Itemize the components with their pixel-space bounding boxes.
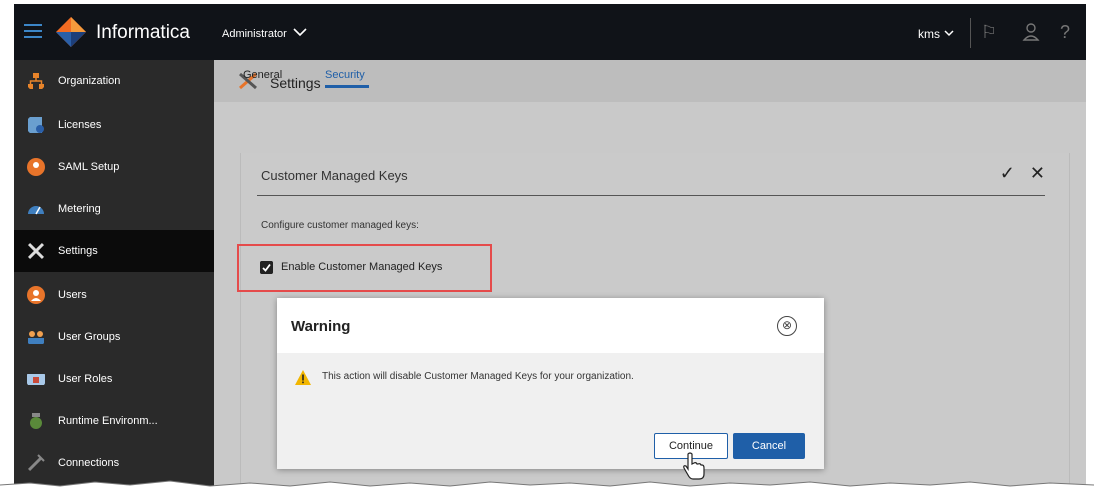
sidebar-item-label: Licenses	[58, 119, 102, 131]
org-chart-icon	[28, 73, 44, 89]
close-icon[interactable]: ✕	[1030, 163, 1045, 183]
hamburger-menu-icon[interactable]	[24, 24, 42, 38]
wrench-screwdriver-icon	[27, 242, 45, 260]
saml-icon	[27, 158, 45, 176]
sidebar-item-licenses[interactable]: Licenses	[14, 104, 214, 146]
cancel-button[interactable]: Cancel	[733, 433, 805, 459]
informatica-logo-icon	[56, 17, 86, 47]
sidebar-item-label: Users	[58, 289, 87, 301]
user-group-icon	[28, 331, 44, 344]
sidebar-item-label: SAML Setup	[58, 161, 120, 173]
panel-title: Customer Managed Keys	[261, 168, 408, 183]
dialog-title: Warning	[291, 318, 351, 335]
application-window: Informatica Administrator kms ⚐ ? Organi…	[0, 0, 1094, 491]
torn-edge	[0, 480, 1094, 491]
panel-actions: ✓ ✕	[1000, 163, 1045, 184]
sidebar-item-label: User Groups	[58, 331, 121, 343]
user-icon	[27, 286, 45, 304]
chevron-down-icon[interactable]	[292, 24, 308, 40]
sidebar-item-label: Runtime Environm...	[58, 415, 158, 427]
brand-name: Informatica	[96, 22, 190, 43]
page-header: Settings	[214, 60, 1086, 102]
warning-message: This action will disable Customer Manage…	[322, 371, 634, 382]
active-tab-indicator	[325, 85, 369, 88]
sidebar-item-users[interactable]: Users	[14, 274, 214, 316]
sidebar-item-organization[interactable]: Organization	[14, 60, 214, 102]
sidebar-item-label: Organization	[58, 75, 121, 87]
dialog-body: This action will disable Customer Manage…	[277, 353, 824, 469]
sidebar-item-saml-setup[interactable]: SAML Setup	[14, 146, 214, 188]
divider	[970, 18, 971, 48]
accept-icon[interactable]: ✓	[1000, 163, 1015, 183]
tab-general[interactable]: General	[243, 69, 282, 81]
user-role-icon	[27, 374, 45, 385]
sidebar-item-label: Connections	[58, 457, 120, 469]
sidebar-item-runtime-environments[interactable]: Runtime Environm...	[14, 400, 214, 442]
divider	[257, 195, 1045, 196]
user-menu[interactable]: kms	[918, 27, 940, 41]
tab-security[interactable]: Security	[325, 69, 365, 81]
panel-description: Configure customer managed keys:	[261, 220, 419, 231]
sidebar: Organization Licenses SAML Setup Meterin…	[14, 60, 214, 491]
enable-cmk-checkbox[interactable]	[260, 261, 273, 274]
sidebar-item-user-groups[interactable]: User Groups	[14, 316, 214, 358]
plug-icon	[27, 454, 45, 472]
warning-dialog: Warning ⊗ This action will disable Custo…	[277, 298, 824, 469]
sidebar-item-label: Metering	[58, 203, 101, 215]
warning-icon	[295, 370, 311, 385]
runtime-icon	[30, 413, 42, 429]
close-icon[interactable]: ⊗	[777, 316, 797, 336]
gauge-icon	[28, 206, 44, 215]
chevron-down-icon[interactable]	[943, 27, 955, 39]
user-profile-icon[interactable]	[1020, 21, 1042, 43]
sidebar-item-metering[interactable]: Metering	[14, 188, 214, 230]
sidebar-item-user-roles[interactable]: User Roles	[14, 358, 214, 400]
checkbox-label: Enable Customer Managed Keys	[281, 261, 443, 273]
flag-icon[interactable]: ⚐	[978, 21, 1000, 43]
dialog-header: Warning ⊗	[277, 298, 824, 353]
help-icon[interactable]: ?	[1054, 21, 1076, 43]
top-bar: Informatica Administrator kms ⚐ ?	[14, 4, 1086, 60]
sidebar-item-settings[interactable]: Settings	[14, 230, 214, 272]
license-icon	[28, 117, 44, 133]
sidebar-item-label: Settings	[58, 245, 98, 257]
service-name[interactable]: Administrator	[222, 28, 287, 40]
sidebar-item-label: User Roles	[58, 373, 113, 385]
